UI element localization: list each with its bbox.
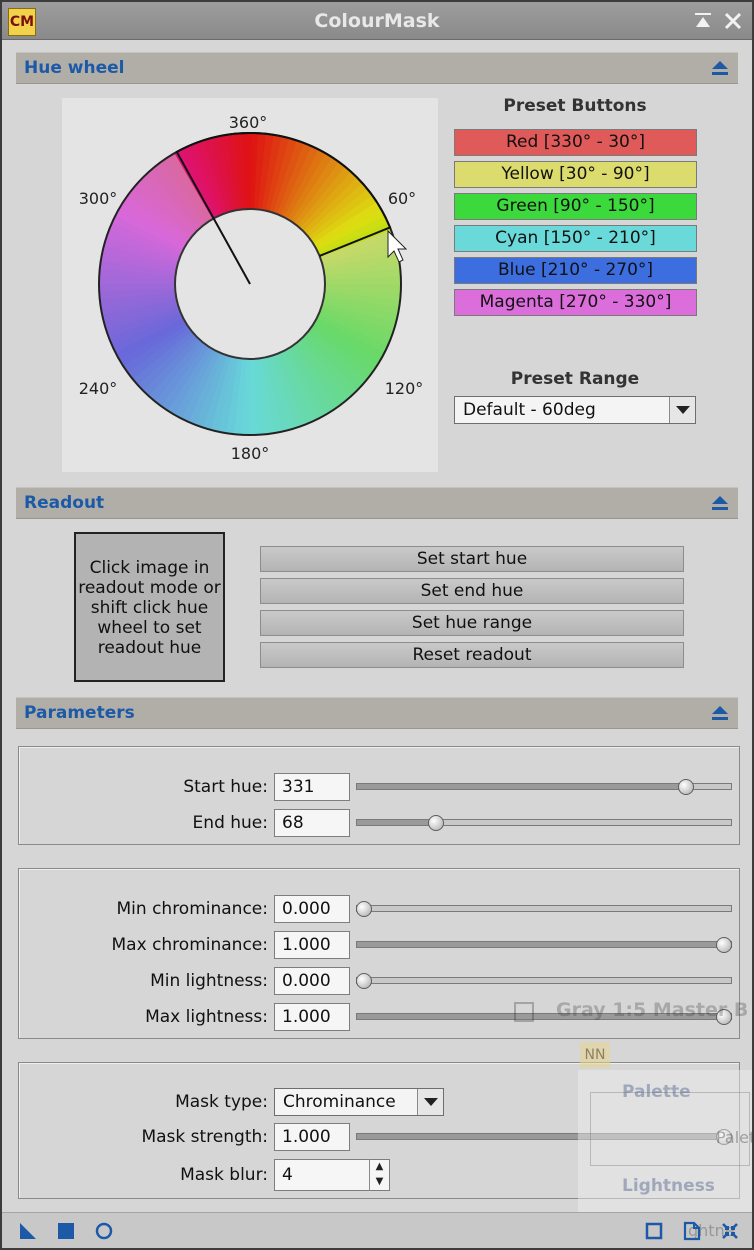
apply-icon[interactable]	[56, 1221, 76, 1241]
window-title: ColourMask	[314, 10, 440, 32]
preset-button[interactable]: Cyan [150° - 210°]	[454, 225, 697, 252]
max-lightness-label: Max lightness:	[145, 1007, 268, 1027]
slider-knob[interactable]	[678, 779, 695, 795]
preset-button[interactable]: Green [90° - 150°]	[454, 193, 697, 220]
chevron-down-icon[interactable]	[669, 397, 695, 423]
preset-button[interactable]: Yellow [30° - 90°]	[454, 161, 697, 188]
min-lightness-input[interactable]: 0.000	[274, 967, 350, 995]
shade-icon[interactable]	[692, 10, 714, 32]
apply-global-icon[interactable]	[94, 1221, 114, 1241]
angle-label-300: 300°	[79, 189, 118, 208]
mask-type-value: Chrominance	[283, 1092, 396, 1112]
mask-blur-value: 4	[282, 1165, 293, 1185]
mask-strength-label: Mask strength:	[141, 1127, 268, 1147]
mask-strength-slider[interactable]	[356, 1123, 732, 1151]
close-icon[interactable]	[722, 10, 744, 32]
slider-knob[interactable]	[356, 901, 372, 917]
angle-label-180: 180°	[231, 444, 270, 463]
start-hue-slider[interactable]	[356, 773, 732, 801]
min-chrominance-input[interactable]: 0.000	[274, 895, 350, 923]
preset-button[interactable]: Red [330° - 30°]	[454, 129, 697, 156]
end-hue-input[interactable]: 68	[274, 809, 350, 837]
spin-up-icon[interactable]: ▲	[370, 1159, 389, 1174]
mask-strength-input[interactable]: 1.000	[274, 1123, 350, 1151]
section-header-parameters[interactable]: Parameters	[16, 697, 738, 729]
max-lightness-slider[interactable]	[356, 1003, 732, 1031]
readout-info-line: shift click hue	[90, 598, 209, 618]
title-bar[interactable]: CM ColourMask	[2, 2, 752, 40]
readout-preview[interactable]: Click image in readout mode or shift cli…	[74, 532, 225, 682]
reset-readout-button[interactable]: Reset readout	[260, 642, 684, 668]
min-chrominance-slider[interactable]	[356, 895, 732, 923]
chevron-down-icon[interactable]	[417, 1089, 443, 1115]
collapse-icon[interactable]	[710, 703, 730, 723]
min-lightness-slider[interactable]	[356, 967, 732, 995]
set-end-hue-button[interactable]: Set end hue	[260, 578, 684, 604]
angle-label-360: 360°	[229, 113, 268, 132]
bottom-toolbar: ghtne	[2, 1212, 752, 1248]
readout-info-line: readout hue	[97, 638, 202, 658]
section-title: Hue wheel	[24, 58, 125, 78]
mask-blur-label: Mask blur:	[180, 1165, 268, 1185]
readout-info-line: Click image in	[89, 558, 210, 578]
section-title: Readout	[24, 493, 105, 513]
max-lightness-input[interactable]: 1.000	[274, 1003, 350, 1031]
max-chrominance-input[interactable]: 1.000	[274, 931, 350, 959]
slider-knob[interactable]	[356, 973, 372, 989]
preset-range-value: Default - 60deg	[463, 400, 596, 420]
hue-wheel[interactable]: 360° 60° 120° 180° 240° 300°	[62, 98, 438, 472]
angle-label-120: 120°	[385, 379, 424, 398]
end-hue-slider[interactable]	[356, 809, 732, 837]
preset-range-label: Preset Range	[510, 369, 640, 389]
angle-label-240: 240°	[79, 379, 118, 398]
set-hue-range-button[interactable]: Set hue range	[260, 610, 684, 636]
slider-knob[interactable]	[716, 937, 732, 953]
preset-button[interactable]: Magenta [270° - 330°]	[454, 289, 697, 316]
preview-icon[interactable]	[644, 1221, 664, 1241]
collapse-icon[interactable]	[710, 58, 730, 78]
min-lightness-label: Min lightness:	[150, 971, 268, 991]
min-chrominance-label: Min chrominance:	[116, 899, 269, 919]
reset-icon[interactable]	[720, 1221, 740, 1241]
mask-blur-spinner[interactable]: ▲ ▼	[369, 1159, 389, 1191]
slider-knob[interactable]	[716, 1129, 732, 1145]
end-hue-label: End hue:	[192, 813, 268, 833]
preset-button[interactable]: Blue [210° - 270°]	[454, 257, 697, 284]
readout-info-line: wheel to set	[97, 618, 202, 638]
set-start-hue-button[interactable]: Set start hue	[260, 546, 684, 572]
start-hue-input[interactable]: 331	[274, 773, 350, 801]
max-chrominance-slider[interactable]	[356, 931, 732, 959]
slider-knob[interactable]	[428, 815, 444, 831]
mask-blur-input[interactable]: 4 ▲ ▼	[274, 1159, 390, 1191]
slider-knob[interactable]	[716, 1009, 732, 1025]
collapse-icon[interactable]	[710, 493, 730, 513]
readout-info-line: readout mode or	[78, 578, 221, 598]
section-title: Parameters	[24, 703, 135, 723]
mask-type-label: Mask type:	[175, 1092, 268, 1112]
angle-label-60: 60°	[388, 189, 416, 208]
mask-type-select[interactable]: Chrominance	[274, 1088, 444, 1116]
start-hue-label: Start hue:	[183, 777, 268, 797]
spin-down-icon[interactable]: ▼	[370, 1174, 389, 1189]
section-header-hue-wheel[interactable]: Hue wheel	[16, 52, 738, 84]
colourmask-window: CM ColourMask Hue wheel 360° 60° 120° 18…	[0, 0, 754, 1250]
section-header-readout[interactable]: Readout	[16, 487, 738, 519]
preset-buttons-heading: Preset Buttons	[503, 96, 647, 116]
document-icon[interactable]	[682, 1221, 702, 1241]
max-chrominance-label: Max chrominance:	[111, 935, 268, 955]
new-instance-icon[interactable]	[18, 1221, 38, 1241]
preset-range-select[interactable]: Default - 60deg	[454, 396, 696, 424]
